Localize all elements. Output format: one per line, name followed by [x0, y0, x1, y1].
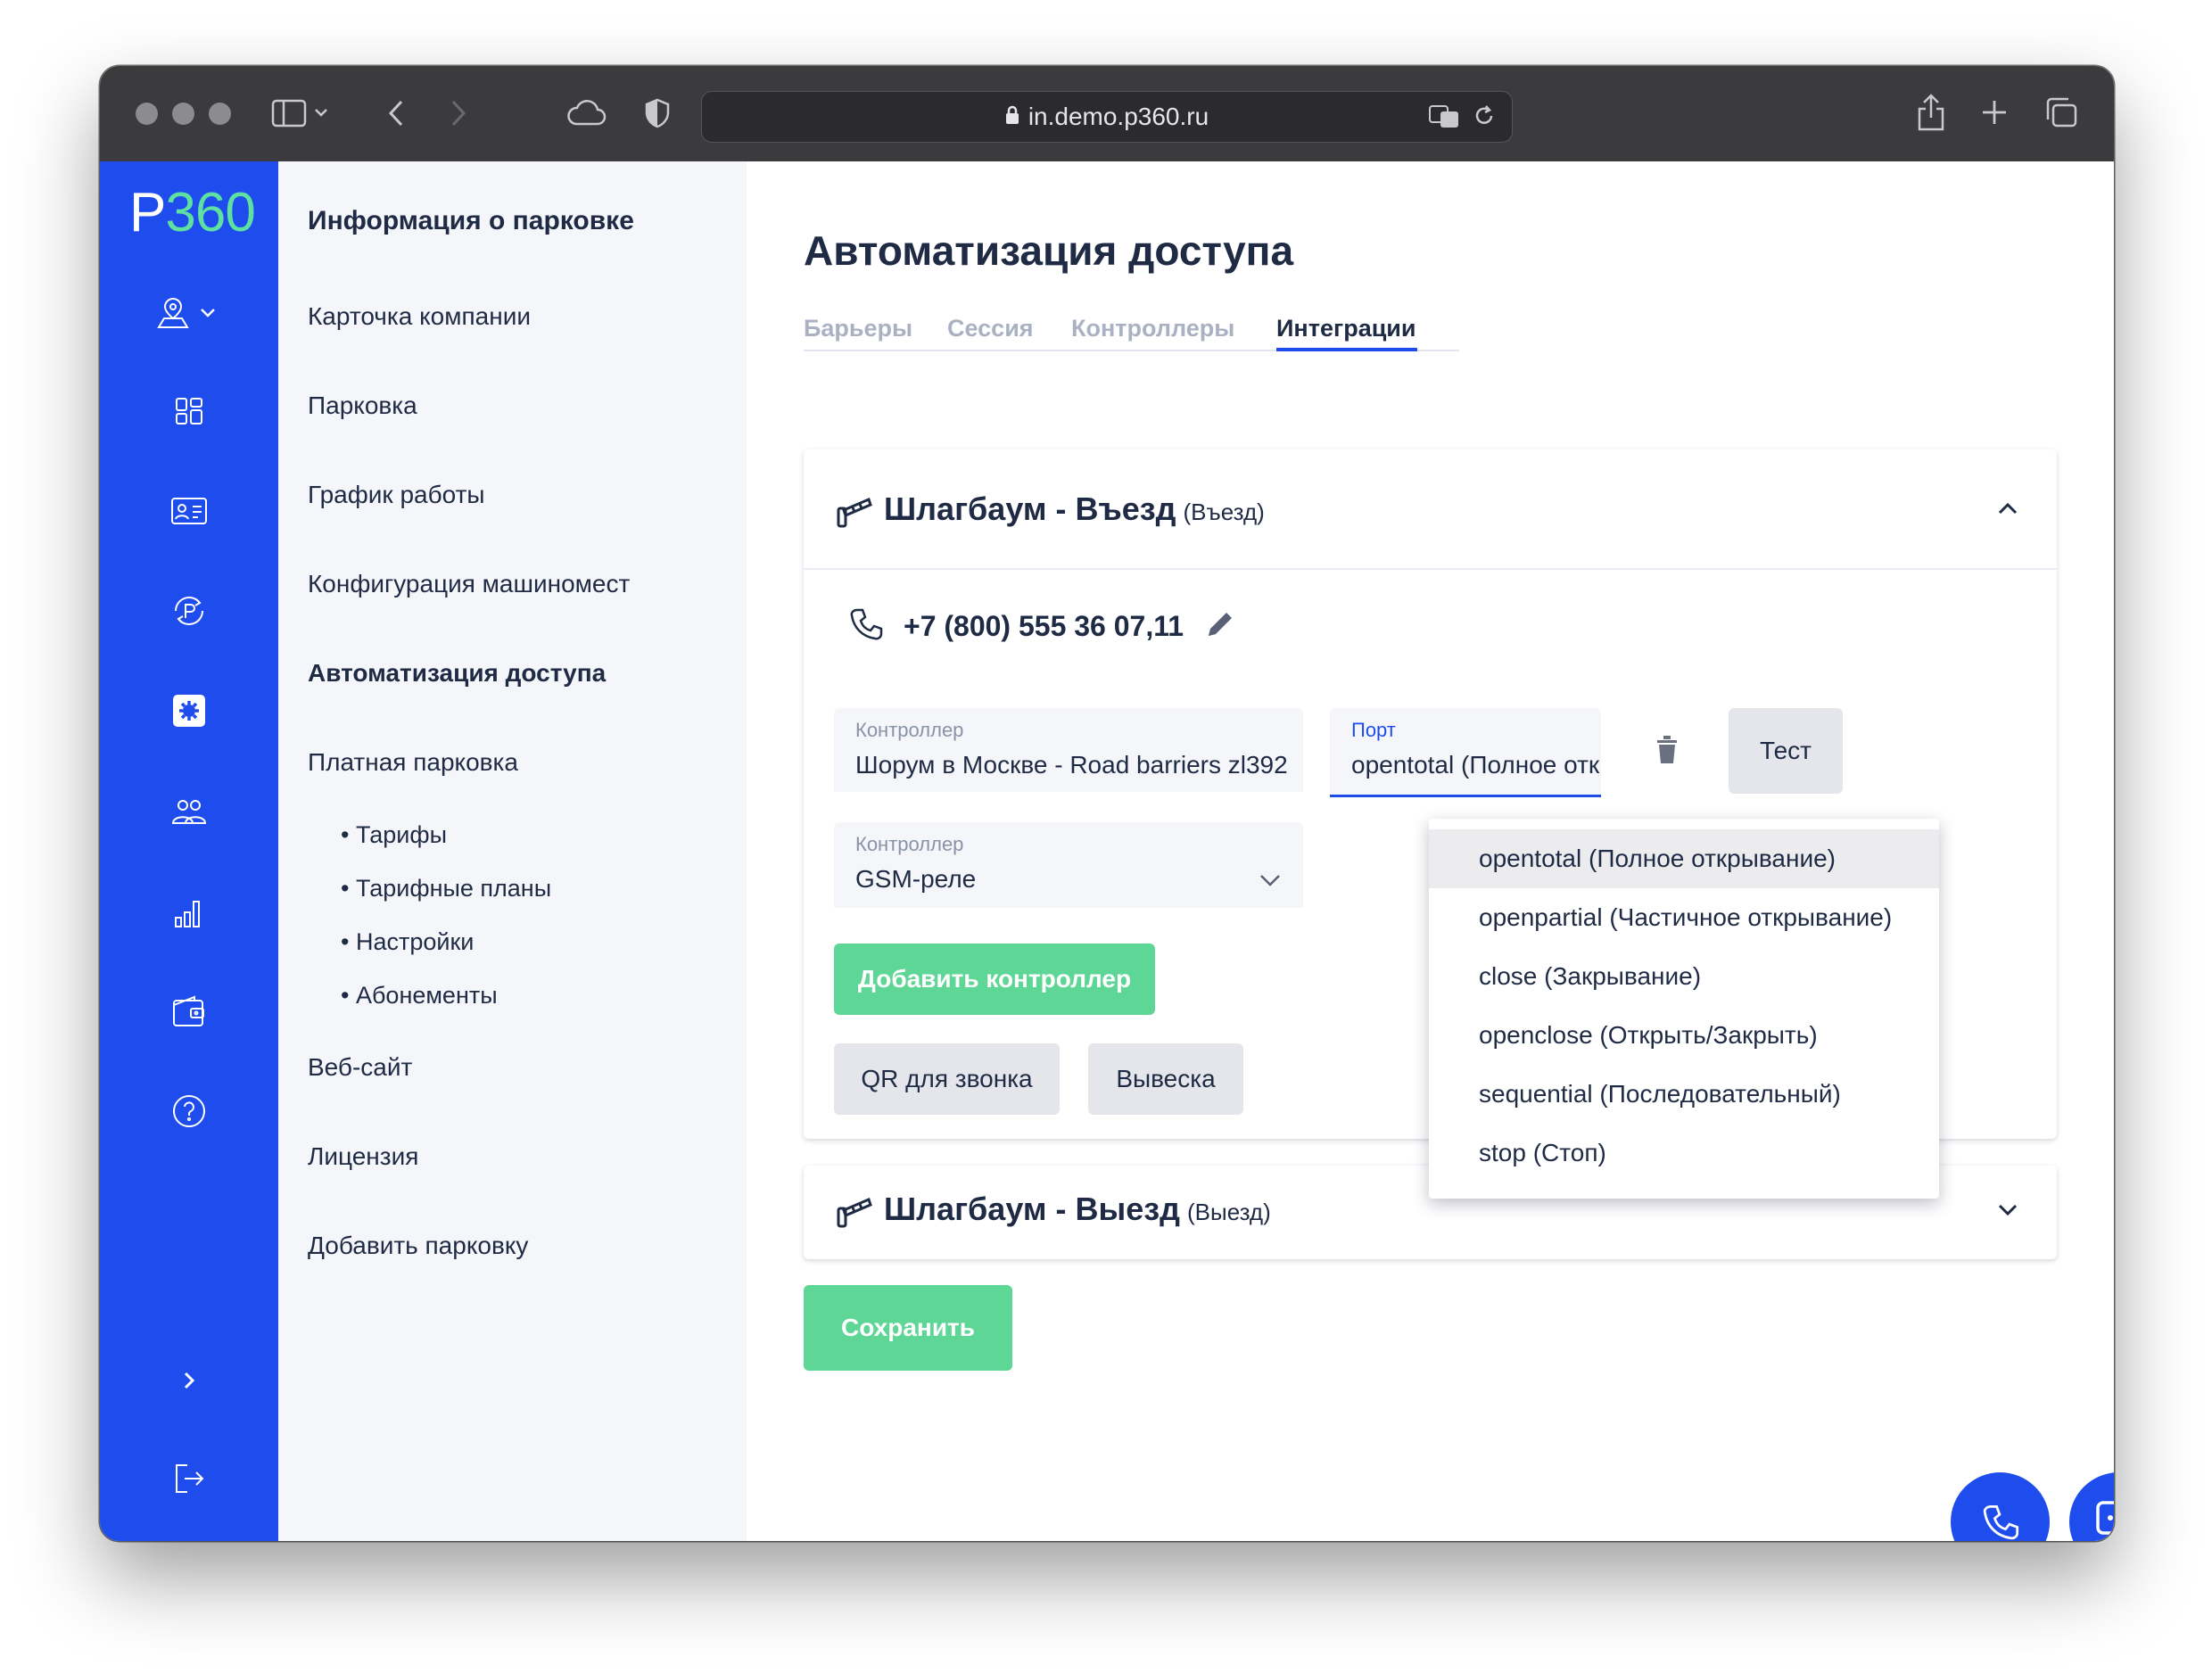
minimize-window-button[interactable] — [172, 103, 194, 125]
sidebar-item-access-automation[interactable]: Автоматизация доступа — [308, 659, 606, 688]
entry-card-header[interactable]: Шлагбаум - Въезд (Въезд) — [804, 449, 2057, 570]
exit-card-title: Шлагбаум - Выезд (Выезд) — [884, 1191, 1271, 1227]
back-icon[interactable] — [385, 98, 407, 128]
sidebar-item-license[interactable]: Лицензия — [308, 1142, 418, 1171]
active-tab-indicator — [1276, 348, 1417, 351]
tab-bar: Барьеры Сессия Контроллеры Интеграции — [804, 304, 1459, 351]
sidebar-item-website[interactable]: Веб-сайт — [308, 1053, 412, 1082]
test-button[interactable]: Тест — [1729, 708, 1843, 794]
sidebar-item-paid-parking[interactable]: Платная парковка — [308, 748, 518, 777]
tab-session[interactable]: Сессия — [947, 315, 1034, 342]
settings-icon[interactable] — [100, 693, 278, 729]
forward-icon[interactable] — [448, 98, 469, 128]
sidebar-item-company-card[interactable]: Карточка компании — [308, 302, 531, 331]
parking-cycle-icon[interactable] — [100, 593, 278, 629]
signboard-button[interactable]: Вывеска — [1088, 1043, 1243, 1115]
save-button[interactable]: Сохранить — [804, 1285, 1012, 1371]
port-option-openpartial[interactable]: openpartial (Частичное открывание) — [1429, 888, 1939, 947]
entry-card-title: Шлагбаум - Въезд (Въезд) — [884, 490, 1265, 527]
url-text: in.demo.p360.ru — [1028, 103, 1209, 130]
id-card-icon[interactable] — [100, 495, 278, 527]
phone-icon — [1983, 1504, 2018, 1539]
location-icon[interactable] — [100, 293, 278, 333]
share-icon[interactable] — [1916, 93, 1946, 132]
icloud-icon[interactable] — [565, 100, 607, 127]
dashboard-icon[interactable] — [100, 395, 278, 427]
translate-icon[interactable] — [1428, 103, 1460, 136]
chevron-down-icon — [1259, 872, 1282, 893]
edit-icon[interactable] — [1203, 607, 1237, 646]
sidebar-toggle-icon[interactable] — [271, 98, 332, 128]
icon-rail: P360 — [100, 161, 278, 1541]
chat-icon — [2095, 1500, 2114, 1541]
qr-call-button[interactable]: QR для звонка — [834, 1043, 1060, 1115]
phone-number: +7 (800) 555 36 07,11 — [904, 610, 1184, 642]
delete-icon[interactable] — [1654, 733, 1680, 770]
lock-icon — [1005, 103, 1019, 131]
url-actions — [1428, 103, 1496, 136]
phone-icon — [848, 606, 884, 647]
chevron-up-icon[interactable] — [1996, 499, 2019, 522]
sidebar-item-add-parking[interactable]: Добавить парковку — [308, 1232, 528, 1260]
wallet-icon[interactable] — [100, 994, 278, 1028]
logout-icon[interactable] — [100, 1462, 278, 1496]
users-icon[interactable] — [100, 796, 278, 827]
sidebar-item-schedule[interactable]: График работы — [308, 481, 485, 509]
phone-row: +7 (800) 555 36 07,11 — [848, 606, 1237, 647]
controller-select-2[interactable]: Контроллер GSM-реле — [834, 822, 1303, 908]
chat-fab[interactable] — [2069, 1472, 2114, 1541]
sidebar-subitem-tariff-plans[interactable]: • Тарифные планы — [341, 875, 551, 902]
window-controls — [136, 103, 231, 125]
sidebar-item-spots-config[interactable]: Конфигурация машиномест — [308, 570, 630, 598]
close-window-button[interactable] — [136, 103, 158, 125]
tabs-overview-icon[interactable] — [2044, 96, 2078, 128]
maximize-window-button[interactable] — [209, 103, 231, 125]
tab-controllers[interactable]: Контроллеры — [1071, 315, 1234, 342]
port-option-close[interactable]: close (Закрывание) — [1429, 947, 1939, 1006]
port-option-openclose[interactable]: openclose (Открыть/Закрыть) — [1429, 1006, 1939, 1065]
sidebar-subitem-tariffs[interactable]: • Тарифы — [341, 821, 447, 849]
barrier-icon — [835, 1196, 872, 1232]
help-icon[interactable] — [100, 1092, 278, 1130]
port-dropdown-menu: opentotal (Полное открывание) openpartia… — [1429, 819, 1939, 1199]
call-fab[interactable] — [1951, 1472, 2050, 1541]
port-option-stop[interactable]: stop (Стоп) — [1429, 1124, 1939, 1183]
reload-icon[interactable] — [1473, 103, 1496, 136]
port-option-opentotal[interactable]: opentotal (Полное открывание) — [1429, 829, 1939, 888]
tab-integrations[interactable]: Интеграции — [1276, 315, 1416, 342]
sidebar-subitem-settings[interactable]: • Настройки — [341, 928, 474, 956]
settings-sidebar: Информация о парковке Карточка компании … — [278, 161, 778, 1541]
browser-toolbar: in.demo.p360.ru — [100, 66, 2114, 161]
sidebar-header: Информация о парковке — [308, 206, 634, 235]
expand-icon[interactable] — [100, 1367, 278, 1394]
port-select[interactable]: Порт opentotal (Полное отк — [1330, 708, 1601, 797]
browser-window: in.demo.p360.ru P360 Информация о парков… — [100, 66, 2114, 1541]
tab-barriers[interactable]: Барьеры — [804, 315, 912, 342]
stats-icon[interactable] — [100, 896, 278, 930]
p360-logo[interactable]: P360 — [129, 181, 256, 244]
new-tab-icon[interactable] — [1980, 98, 2009, 127]
page-title: Автоматизация доступа — [804, 227, 1294, 274]
port-option-sequential[interactable]: sequential (Последовательный) — [1429, 1065, 1939, 1124]
barrier-icon — [835, 496, 872, 532]
privacy-shield-icon[interactable] — [644, 98, 671, 128]
chevron-down-icon[interactable] — [1996, 1201, 2019, 1224]
address-bar[interactable]: in.demo.p360.ru — [701, 91, 1513, 143]
sidebar-subitem-subscriptions[interactable]: • Абонементы — [341, 982, 498, 1010]
add-controller-button[interactable]: Добавить контроллер — [834, 944, 1155, 1015]
sidebar-item-parking[interactable]: Парковка — [308, 391, 417, 420]
controller-select-1[interactable]: Контроллер Шорум в Москве - Road barrier… — [834, 708, 1303, 792]
